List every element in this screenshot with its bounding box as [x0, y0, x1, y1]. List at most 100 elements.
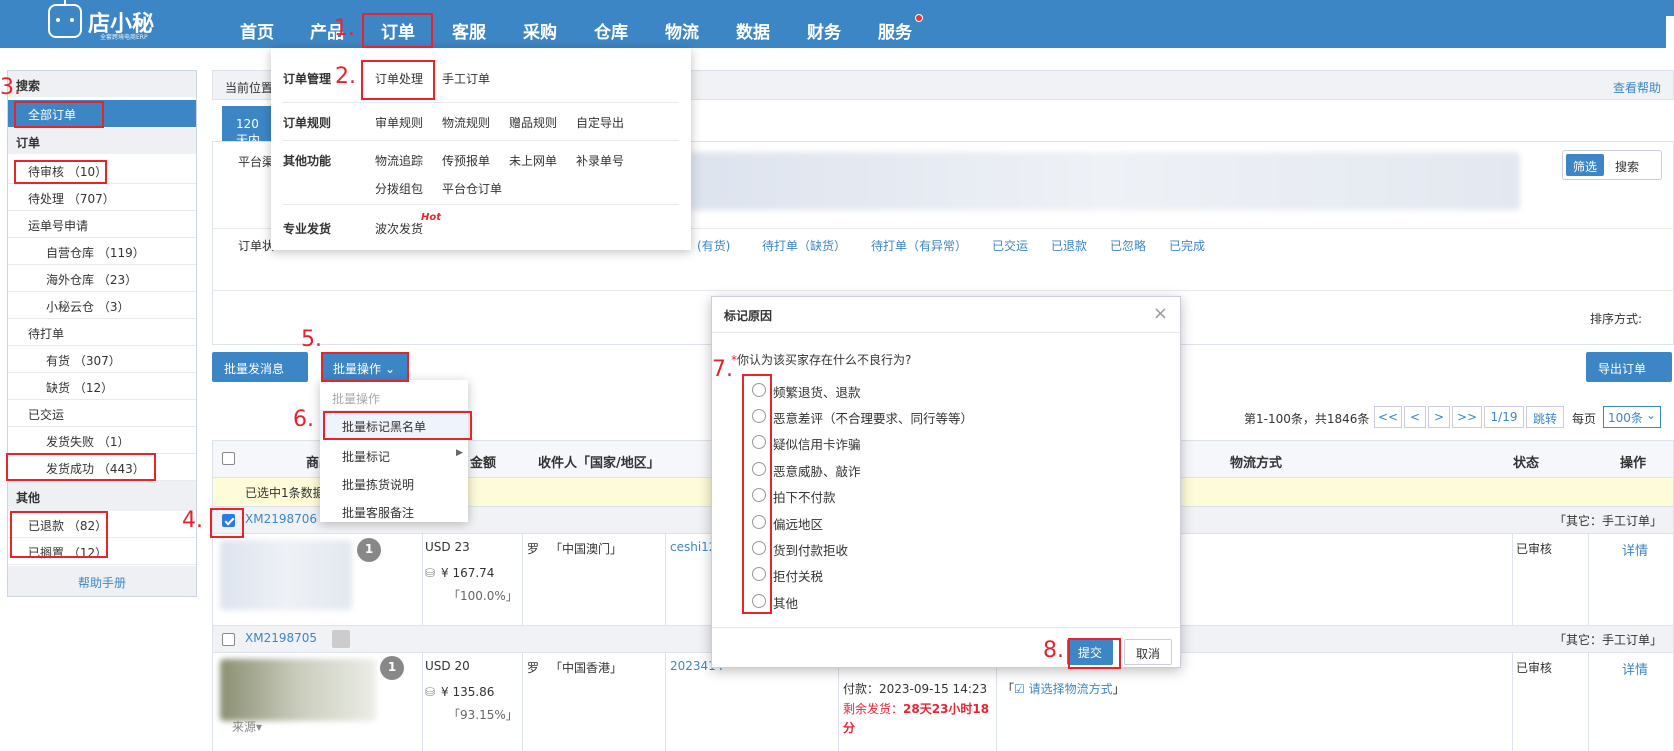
- help-link[interactable]: 查看帮助: [1613, 79, 1661, 96]
- order-id-link[interactable]: XM2198705: [245, 631, 317, 645]
- status-link-in-stock[interactable]: (有货): [697, 237, 730, 254]
- page-last-button[interactable]: >>: [1452, 406, 1482, 428]
- annotation-box-radios: [742, 374, 772, 614]
- order-id-link[interactable]: XM2198706: [245, 512, 317, 526]
- sidebar-item-overseas-warehouse[interactable]: 海外仓库 （23）: [8, 265, 196, 292]
- notification-dot: [915, 14, 923, 22]
- menu-item-review-rules[interactable]: 审单规则: [375, 114, 423, 131]
- nav-data[interactable]: 数据: [736, 18, 770, 43]
- menu-item-add-tracking[interactable]: 补录单号: [576, 152, 624, 169]
- status-link-ignored[interactable]: 已忽略: [1110, 237, 1146, 254]
- divider: [1588, 653, 1589, 751]
- nav-home[interactable]: 首页: [240, 18, 274, 43]
- batch-item-mark[interactable]: 批量标记: [342, 448, 390, 465]
- sidebar-item-in-stock[interactable]: 有货 （307）: [8, 346, 196, 373]
- menu-item-not-online[interactable]: 未上网单: [509, 152, 557, 169]
- quantity-badge: 1: [380, 656, 404, 680]
- sort-label: 排序方式:: [1590, 312, 1643, 326]
- nav-service[interactable]: 客服: [452, 18, 486, 43]
- detail-link[interactable]: 详情: [1622, 540, 1648, 559]
- menu-item-custom-export[interactable]: 自定导出: [576, 114, 624, 131]
- order-margin: 「100.0%」: [448, 589, 518, 603]
- batch-operation-menu: 批量操作 批量标记黑名单 批量标记 ▶ 批量拣货说明 批量客服备注: [320, 380, 468, 522]
- sidebar-item-waybill[interactable]: 运单号申请: [8, 211, 196, 238]
- detail-link[interactable]: 详情: [1622, 659, 1648, 678]
- source-dropdown[interactable]: 来源▾: [232, 718, 262, 735]
- page-next-button[interactable]: >: [1428, 406, 1450, 428]
- hot-badge: Hot: [421, 212, 442, 223]
- sidebar-item-own-warehouse[interactable]: 自营仓库 （119）: [8, 238, 196, 265]
- divider: [1512, 534, 1513, 626]
- batch-item-cs-note[interactable]: 批量客服备注: [342, 504, 414, 521]
- page-indicator[interactable]: 1/19: [1484, 406, 1524, 428]
- nav-logistics[interactable]: 物流: [665, 18, 699, 43]
- nav-finance[interactable]: 财务: [807, 18, 841, 43]
- annotation-box-blacklist: [323, 411, 472, 440]
- reason-label-5: 拍下不付款: [773, 490, 836, 505]
- annotation-step-1: 1.: [334, 16, 355, 41]
- divider: [212, 290, 1674, 291]
- batch-item-picking-note[interactable]: 批量拣货说明: [342, 476, 414, 493]
- page-jump-button[interactable]: 跳转: [1526, 406, 1564, 428]
- cancel-button[interactable]: 取消: [1124, 639, 1172, 665]
- robot-logo-icon: [48, 0, 82, 38]
- nav-purchase[interactable]: 采购: [523, 18, 557, 43]
- annotation-step-2: 2.: [335, 64, 356, 89]
- nav-warehouse[interactable]: 仓库: [594, 18, 628, 43]
- annotation-box-other: [10, 511, 108, 558]
- sidebar-item-shipped[interactable]: 已交运: [8, 400, 196, 427]
- recipient-name: 罗: [527, 542, 540, 556]
- annotation-box-ship-success: [6, 453, 156, 481]
- order-source: 「其它：手工订单」: [1554, 633, 1663, 647]
- order-margin: 「93.15%」: [448, 708, 518, 722]
- reason-label-3: 疑似信用卡诈骗: [773, 437, 861, 452]
- page-first-button[interactable]: <<: [1374, 406, 1402, 428]
- menu-item-platform-warehouse[interactable]: 平台仓订单: [442, 180, 502, 197]
- order-cny: ¥ 135.86: [441, 685, 495, 699]
- col-amount: 金额: [470, 456, 497, 471]
- search-button[interactable]: 搜索: [1615, 158, 1639, 175]
- menu-item-manual-order[interactable]: 手工订单: [442, 70, 490, 87]
- sidebar-item-pending[interactable]: 待处理 （707）: [8, 184, 196, 211]
- menu-item-tracking[interactable]: 物流追踪: [375, 152, 423, 169]
- menu-item-logistics-rules[interactable]: 物流规则: [442, 114, 490, 131]
- export-orders-button[interactable]: 导出订单⌄: [1586, 352, 1672, 391]
- status-label: 订单状: [238, 239, 275, 253]
- annotation-step-8: 8.: [1043, 638, 1064, 663]
- status-link-exception[interactable]: 待打单（有异常）: [871, 237, 967, 254]
- status-link-out-of-stock[interactable]: 待打单（缺货）: [762, 237, 846, 254]
- help-manual-button[interactable]: 帮助手册: [8, 566, 196, 596]
- chevron-down-icon: ⌄: [228, 377, 239, 391]
- nav-services[interactable]: 服务: [878, 18, 912, 43]
- batch-menu-title: 批量操作: [332, 392, 381, 406]
- menu-item-gift-rules[interactable]: 赠品规则: [509, 114, 557, 131]
- modal-title: 标记原因: [712, 297, 1180, 333]
- status-link-shipped[interactable]: 已交运: [992, 237, 1028, 254]
- select-all-checkbox[interactable]: [222, 452, 235, 465]
- status-link-completed[interactable]: 已完成: [1169, 237, 1205, 254]
- recipient-region: 「中国香港」: [550, 661, 623, 675]
- chevron-down-icon: ⌄: [1645, 408, 1656, 422]
- menu-item-dispatch-package[interactable]: 分拨组包: [375, 180, 423, 197]
- sidebar-item-out-of-stock[interactable]: 缺货 （12）: [8, 373, 196, 400]
- sidebar-item-to-print[interactable]: 待打单: [8, 319, 196, 346]
- close-icon[interactable]: ×: [1153, 303, 1168, 324]
- order-amount: USD 20: [425, 659, 470, 673]
- order-checkbox[interactable]: [222, 633, 235, 646]
- divider: [1512, 653, 1513, 751]
- per-page-select[interactable]: 100条 ⌄: [1603, 406, 1661, 428]
- coins-icon: ⛁: [425, 685, 436, 699]
- status-link-refunded[interactable]: 已退款: [1051, 237, 1087, 254]
- annotation-step-5: 5.: [301, 327, 322, 352]
- page-prev-button[interactable]: <: [1404, 406, 1426, 428]
- filter-button[interactable]: 筛选: [1566, 154, 1604, 176]
- sidebar-item-cloud-warehouse[interactable]: 小秘云仓 （3）: [8, 292, 196, 319]
- batch-message-button[interactable]: 批量发消息⌄: [212, 352, 308, 391]
- order-status: 已审核: [1516, 542, 1553, 556]
- choose-logistics-link[interactable]: 「☑ 请选择物流方式」: [1002, 680, 1125, 697]
- sidebar-item-ship-failed[interactable]: 发货失败 （1）: [8, 427, 196, 454]
- order-source: 「其它：手工订单」: [1554, 514, 1663, 528]
- menu-item-upload-forecast[interactable]: 传预报单: [442, 152, 490, 169]
- menu-item-wave-shipping[interactable]: 波次发货: [375, 220, 423, 237]
- col-status: 状态: [1513, 456, 1540, 471]
